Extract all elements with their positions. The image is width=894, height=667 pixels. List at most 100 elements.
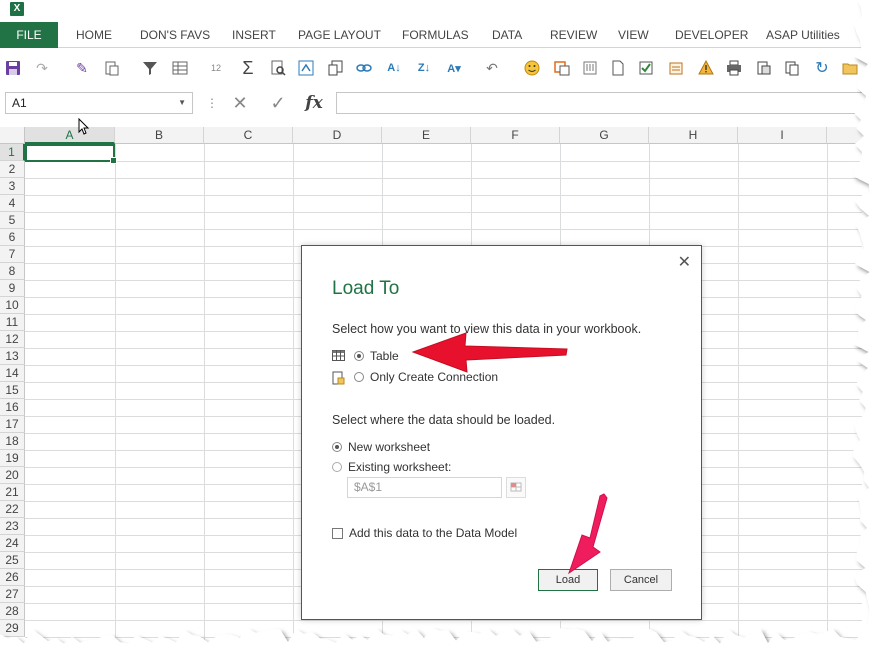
warning-icon[interactable] <box>696 58 716 78</box>
row-header-2[interactable]: 2 <box>0 161 25 178</box>
name-box[interactable]: A1 ▼ <box>5 92 193 114</box>
cancel-button[interactable]: Cancel <box>610 569 672 591</box>
sort-icon[interactable]: A▾ <box>444 58 464 78</box>
row-header-13[interactable]: 13 <box>0 348 25 365</box>
row-header-11[interactable]: 11 <box>0 314 25 331</box>
column-header-e[interactable]: E <box>382 127 471 144</box>
filter-icon[interactable] <box>140 58 160 78</box>
row-header-12[interactable]: 12 <box>0 331 25 348</box>
row-header-6[interactable]: 6 <box>0 229 25 246</box>
tab-home[interactable]: HOME <box>76 22 112 48</box>
row-header-8[interactable]: 8 <box>0 263 25 280</box>
row-header-26[interactable]: 26 <box>0 569 25 586</box>
tab-file[interactable]: FILE <box>0 22 58 48</box>
column-header-h[interactable]: H <box>649 127 738 144</box>
tab-formulas[interactable]: FORMULAS <box>402 22 469 48</box>
table-format-icon[interactable] <box>170 58 190 78</box>
find-icon[interactable] <box>268 58 288 78</box>
attach-icon[interactable] <box>580 58 600 78</box>
paste-special-icon[interactable] <box>102 58 122 78</box>
row-header-4[interactable]: 4 <box>0 195 25 212</box>
radio-table[interactable] <box>354 351 364 361</box>
tab-asap-utilities[interactable]: ASAP Utilities <box>766 22 840 48</box>
row-header-10[interactable]: 10 <box>0 297 25 314</box>
radio-new-worksheet[interactable] <box>332 442 342 452</box>
row-header-27[interactable]: 27 <box>0 586 25 603</box>
row-header-17[interactable]: 17 <box>0 416 25 433</box>
row-header-25[interactable]: 25 <box>0 552 25 569</box>
column-header-j[interactable] <box>827 127 862 144</box>
copy-icon[interactable] <box>326 58 346 78</box>
column-header-a[interactable]: A <box>25 127 115 144</box>
option-existing-worksheet[interactable]: Existing worksheet: <box>332 460 451 474</box>
select-all-corner[interactable] <box>0 127 25 144</box>
sort-descending-icon[interactable]: Z↓ <box>414 58 434 78</box>
tab-review[interactable]: REVIEW <box>550 22 597 48</box>
option-new-worksheet[interactable]: New worksheet <box>332 440 430 454</box>
row-header-18[interactable]: 18 <box>0 433 25 450</box>
folder-icon[interactable] <box>840 58 860 78</box>
row-header-3[interactable]: 3 <box>0 178 25 195</box>
chevron-down-icon[interactable]: ▼ <box>178 93 186 113</box>
load-button[interactable]: Load <box>538 569 598 591</box>
new-document-icon[interactable] <box>608 58 628 78</box>
notes-icon[interactable] <box>666 58 686 78</box>
redo-icon[interactable]: ↷ <box>32 58 52 78</box>
row-header-22[interactable]: 22 <box>0 501 25 518</box>
row-header-28[interactable]: 28 <box>0 603 25 620</box>
insert-function-icon[interactable] <box>296 58 316 78</box>
row-header-7[interactable]: 7 <box>0 246 25 263</box>
option-only-connection[interactable]: Only Create Connection <box>332 370 498 385</box>
formula-input[interactable] <box>336 92 862 114</box>
option-table[interactable]: Table <box>332 349 399 363</box>
column-header-d[interactable]: D <box>293 127 382 144</box>
sort-ascending-icon[interactable]: A↓ <box>384 58 404 78</box>
print-icon[interactable] <box>724 58 744 78</box>
row-header-15[interactable]: 15 <box>0 382 25 399</box>
tab-developer[interactable]: DEVELOPER <box>675 22 748 48</box>
close-icon[interactable]: ✕ <box>678 252 691 271</box>
column-header-b[interactable]: B <box>115 127 204 144</box>
tab-data[interactable]: DATA <box>492 22 522 48</box>
tab-insert[interactable]: INSERT <box>232 22 276 48</box>
print-preview-icon[interactable] <box>754 58 774 78</box>
tab-dons-favs[interactable]: DON'S FAVS <box>140 22 210 48</box>
row-header-5[interactable]: 5 <box>0 212 25 229</box>
number-format-icon[interactable]: 12 <box>206 58 226 78</box>
check-icon[interactable] <box>636 58 656 78</box>
column-header-g[interactable]: G <box>560 127 649 144</box>
cell-reference-input[interactable]: $A$1 <box>347 477 502 498</box>
active-cell[interactable] <box>25 144 117 164</box>
save-icon[interactable] <box>3 58 23 78</box>
copy-sheet-icon[interactable] <box>782 58 802 78</box>
row-header-24[interactable]: 24 <box>0 535 25 552</box>
insert-function-button[interactable]: fx <box>301 92 327 114</box>
smiley-icon[interactable] <box>522 58 542 78</box>
cancel-entry-button[interactable]: ✕ <box>227 92 253 114</box>
option-data-model[interactable]: Add this data to the Data Model <box>332 526 517 540</box>
column-header-i[interactable]: I <box>738 127 827 144</box>
autosum-icon[interactable]: Σ <box>238 58 258 78</box>
column-header-f[interactable]: F <box>471 127 560 144</box>
data-model-checkbox[interactable] <box>332 527 343 539</box>
row-header-21[interactable]: 21 <box>0 484 25 501</box>
undo-icon[interactable]: ↶ <box>482 58 502 78</box>
radio-existing-worksheet[interactable] <box>332 462 342 472</box>
radio-only-connection[interactable] <box>354 372 364 382</box>
refresh-icon[interactable]: ↻ <box>812 58 832 78</box>
link-icon[interactable] <box>354 58 374 78</box>
row-header-20[interactable]: 20 <box>0 467 25 484</box>
row-header-23[interactable]: 23 <box>0 518 25 535</box>
row-header-19[interactable]: 19 <box>0 450 25 467</box>
row-header-1[interactable]: 1 <box>0 144 25 161</box>
row-header-9[interactable]: 9 <box>0 280 25 297</box>
row-header-16[interactable]: 16 <box>0 399 25 416</box>
screenshot-icon[interactable] <box>552 58 572 78</box>
tab-page-layout[interactable]: PAGE LAYOUT <box>298 22 381 48</box>
format-painter-icon[interactable]: ✎ <box>72 58 92 78</box>
tab-view[interactable]: VIEW <box>618 22 649 48</box>
row-header-29[interactable]: 29 <box>0 620 25 637</box>
column-header-c[interactable]: C <box>204 127 293 144</box>
row-header-14[interactable]: 14 <box>0 365 25 382</box>
enter-entry-button[interactable]: ✓ <box>265 92 291 114</box>
